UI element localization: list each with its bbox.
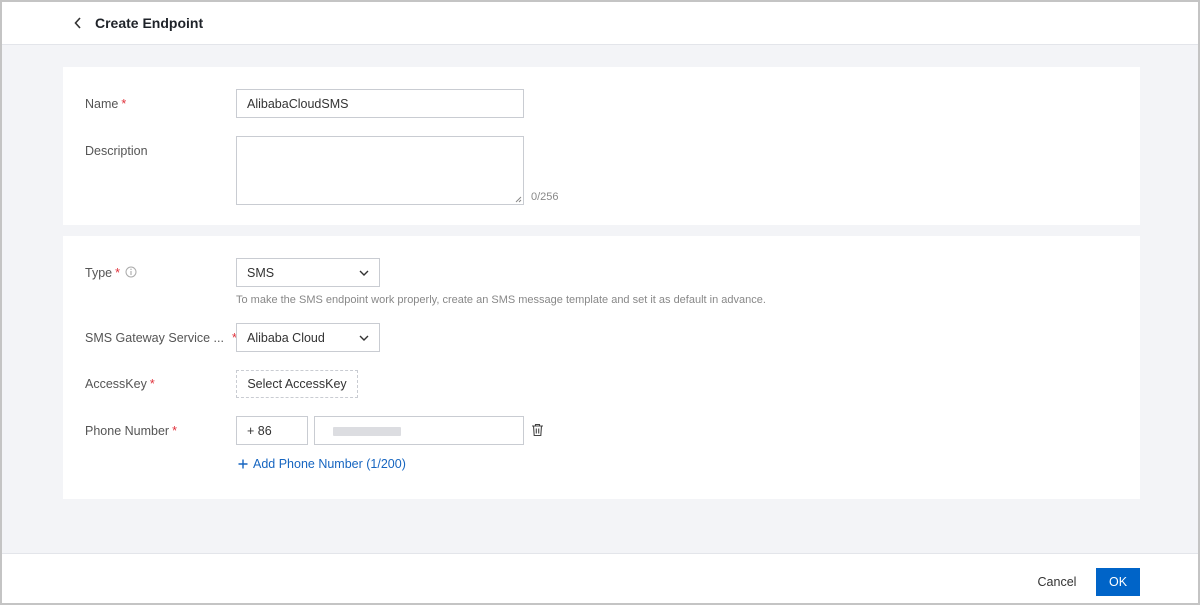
chevron-down-icon [359,335,369,341]
endpoint-config-card: Type * SMS To make the SMS endpoint work … [63,236,1140,499]
phone-number-input[interactable] [314,416,524,445]
add-phone-number-link[interactable]: Add Phone Number (1/200) [238,457,406,471]
redacted-phone-number [333,427,401,436]
type-hint: To make the SMS endpoint work properly, … [236,294,766,306]
description-label: Description [85,144,148,158]
top-bar: Create Endpoint [2,2,1198,45]
back-button[interactable] [70,14,86,32]
required-mark: * [172,424,177,438]
add-phone-number-label: Add Phone Number (1/200) [253,457,406,471]
type-select[interactable]: SMS [236,258,380,287]
required-mark: * [149,377,155,391]
ok-button[interactable]: OK [1096,568,1140,596]
required-mark: * [121,97,127,111]
type-select-value: SMS [247,265,275,280]
trash-icon[interactable] [531,423,544,437]
footer-bar: Cancel OK [2,553,1198,603]
name-input[interactable]: AlibabaCloudSMS [236,89,524,118]
gateway-select[interactable]: Alibaba Cloud [236,323,380,352]
gateway-label: SMS Gateway Service ... * [85,331,237,345]
info-icon[interactable] [125,266,137,278]
type-label: Type * [85,266,120,280]
name-label: Name * [85,97,127,111]
resize-grip-icon[interactable] [515,196,522,203]
plus-icon [238,459,248,469]
accesskey-label: AccessKey * [85,377,155,391]
page-title: Create Endpoint [95,15,204,31]
basic-info-card: Name * AlibabaCloudSMS Description 0/256 [63,67,1140,225]
description-textarea[interactable] [236,136,524,205]
description-counter: 0/256 [531,191,559,203]
chevron-down-icon [359,270,369,276]
required-mark: * [115,266,120,280]
country-code-input[interactable]: + 86 [236,416,308,445]
cancel-button[interactable]: Cancel [1032,568,1082,596]
phone-label: Phone Number * [85,424,177,438]
chevron-left-icon [74,17,81,29]
create-endpoint-page: Create Endpoint Name * AlibabaCloudSMS De… [2,2,1198,603]
gateway-select-value: Alibaba Cloud [247,330,325,345]
select-accesskey-button[interactable]: Select AccessKey [236,370,358,398]
